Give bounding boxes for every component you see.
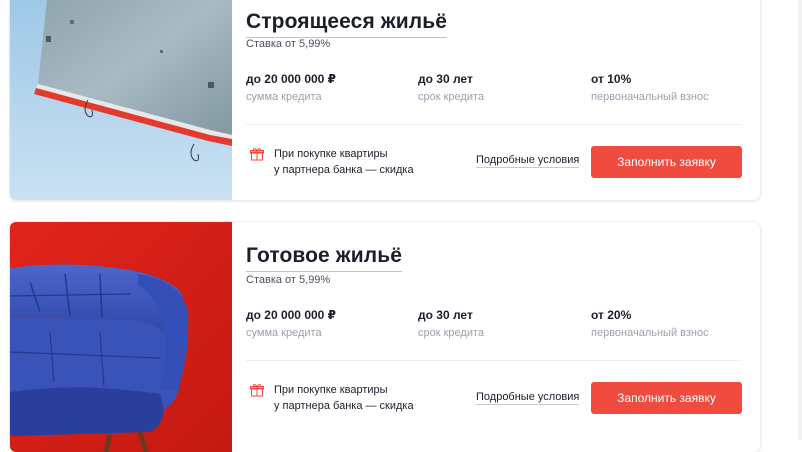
param-loan-term: до 30 лет срок кредита — [418, 308, 484, 339]
new-building-image — [10, 0, 232, 200]
mortgage-card-new-building: Строящееся жильё Ставка от 5,99% до 20 0… — [10, 0, 760, 200]
mortgage-card-finished-housing: Готовое жильё Ставка от 5,99% до 20 000 … — [10, 222, 760, 452]
param-loan-amount: до 20 000 000 ₽ сумма кредита — [246, 72, 336, 103]
finished-housing-image — [10, 222, 232, 452]
rate-text: Ставка от 5,99% — [246, 38, 331, 50]
param-label: первоначальный взнос — [591, 91, 709, 103]
param-label: срок кредита — [418, 327, 485, 339]
param-label: первоначальный взнос — [591, 327, 709, 339]
divider — [246, 360, 742, 361]
param-value: до 30 лет — [418, 308, 473, 322]
gift-icon — [250, 148, 264, 161]
param-loan-amount: до 20 000 000 ₽ сумма кредита — [246, 308, 336, 339]
param-value: до 20 000 000 ₽ — [246, 308, 337, 322]
card-body: Готовое жильё Ставка от 5,99% до 20 000 … — [246, 222, 742, 452]
card-body: Строящееся жильё Ставка от 5,99% до 20 0… — [246, 0, 742, 200]
param-loan-term: до 30 лет срок кредита — [418, 72, 484, 103]
param-label: сумма кредита — [246, 91, 322, 103]
promo-line: у партнера банка — скидка — [274, 164, 414, 176]
apply-button[interactable]: Заполнить заявку — [591, 146, 742, 178]
promo-text: При покупке квартиры у партнера банка — … — [274, 146, 414, 178]
param-down-payment: от 10% первоначальный взнос — [591, 72, 709, 103]
param-value: от 10% — [591, 72, 632, 86]
param-label: срок кредита — [418, 91, 485, 103]
card-title: Готовое жильё — [246, 244, 403, 272]
promo-line: При покупке квартиры — [274, 148, 388, 160]
promo-line: При покупке квартиры — [274, 384, 388, 396]
gift-icon — [250, 384, 264, 397]
promo-line: у партнера банка — скидка — [274, 400, 414, 412]
apply-button[interactable]: Заполнить заявку — [591, 382, 742, 414]
details-link[interactable]: Подробные условия — [476, 154, 580, 168]
param-label: сумма кредита — [246, 327, 322, 339]
param-value: до 30 лет — [418, 72, 473, 86]
promo-text: При покупке квартиры у партнера банка — … — [274, 382, 414, 414]
card-title: Строящееся жильё — [246, 10, 447, 38]
param-down-payment: от 20% первоначальный взнос — [591, 308, 709, 339]
divider — [246, 124, 742, 125]
param-value: от 20% — [591, 308, 632, 322]
scrollbar[interactable] — [798, 0, 802, 440]
param-value: до 20 000 000 ₽ — [246, 72, 337, 86]
rate-text: Ставка от 5,99% — [246, 274, 331, 286]
details-link[interactable]: Подробные условия — [476, 391, 580, 405]
